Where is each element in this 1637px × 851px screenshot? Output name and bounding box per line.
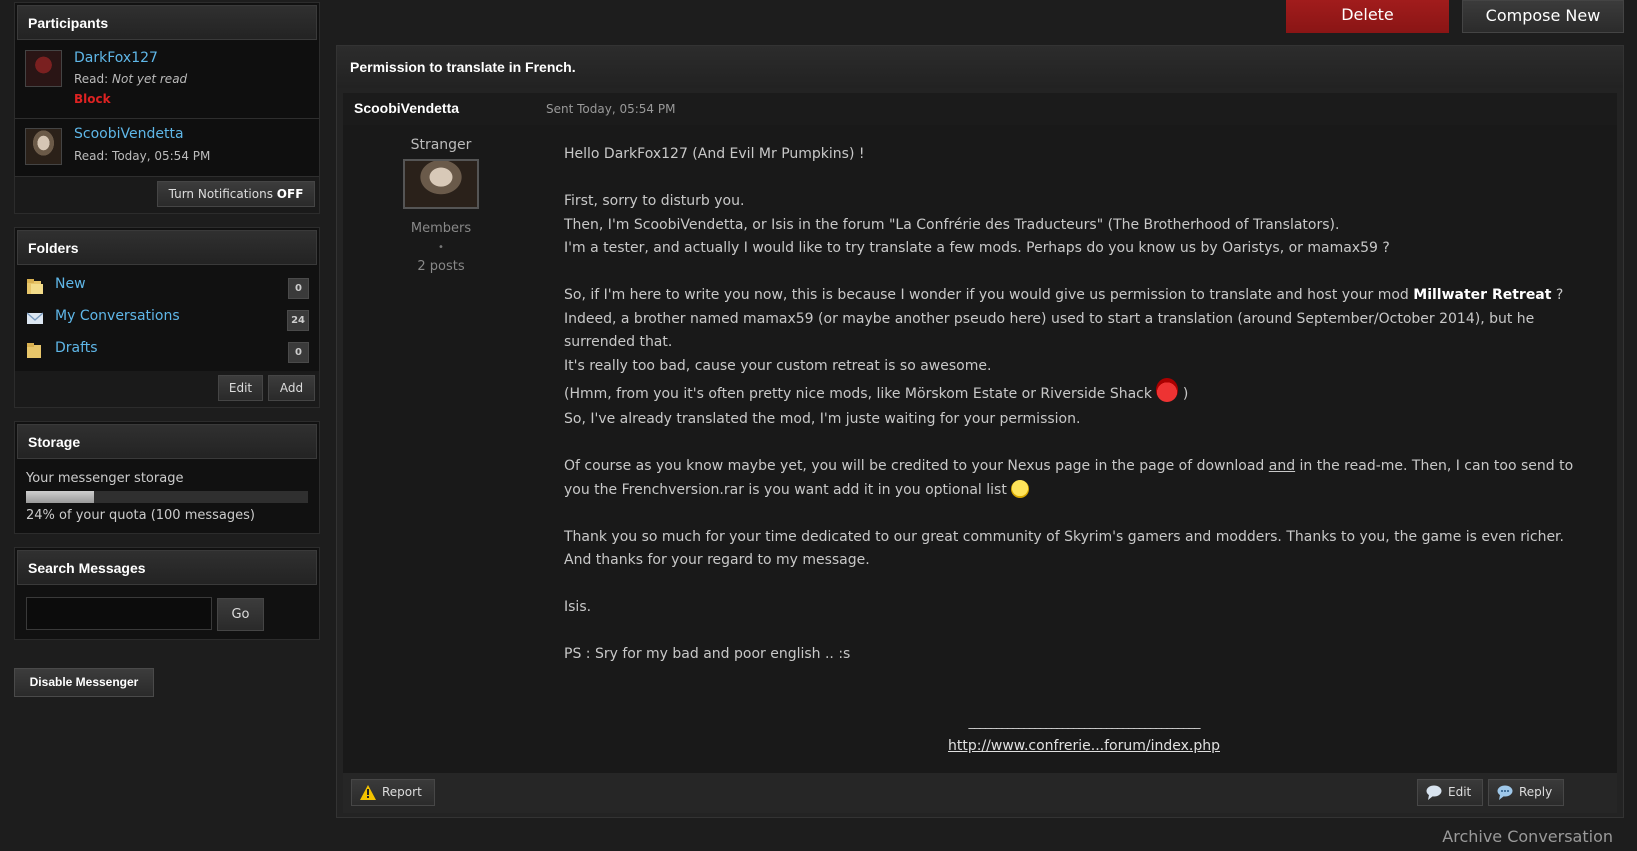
participants-footer: Turn Notifications OFF: [15, 177, 319, 213]
search-panel: Search Messages Go: [14, 547, 320, 640]
signature-link[interactable]: http://www.confrerie...forum/index.php: [948, 738, 1220, 754]
author-group: Members: [410, 221, 472, 236]
edit-folders-button[interactable]: Edit: [218, 375, 263, 401]
post-header: ScoobiVendetta Sent Today, 05:54 PM: [343, 93, 1617, 125]
search-go-button[interactable]: Go: [217, 598, 264, 631]
message-line: Thank you so much for your time dedicate…: [564, 528, 1564, 545]
edit-speech-bubble-icon: [1426, 785, 1442, 800]
participants-title: Participants: [17, 5, 317, 40]
storage-panel: Storage Your messenger storage 24% of yo…: [14, 421, 320, 534]
disable-messenger-button[interactable]: Disable Messenger: [14, 668, 154, 697]
add-folder-button[interactable]: Add: [268, 375, 315, 401]
message-line: So, if I'm here to write you now, this i…: [564, 287, 1564, 303]
folder-my-conversations[interactable]: My Conversations 24: [15, 301, 319, 333]
turn-notifications-off-button[interactable]: Turn Notifications OFF: [157, 181, 315, 207]
message-line: Indeed, a brother named mamax59 (or mayb…: [564, 310, 1535, 327]
separator-dot: •: [438, 242, 444, 253]
avatar[interactable]: [25, 128, 62, 165]
envelope-icon: [27, 312, 43, 324]
folders-title: Folders: [17, 230, 317, 265]
folder-name[interactable]: My Conversations: [55, 308, 180, 324]
folder-name[interactable]: Drafts: [55, 340, 98, 356]
participant-name-link[interactable]: ScoobiVendetta: [74, 126, 184, 142]
message-line: Of course as you know maybe yet, you wil…: [564, 458, 1574, 474]
signature-divider: ________________________________________…: [968, 715, 1201, 730]
folder-count-badge: 0: [288, 342, 309, 363]
compose-new-button[interactable]: Compose New: [1462, 0, 1624, 33]
message-line: I'm a tester, and actually I would like …: [564, 240, 1390, 256]
message-line: So, I've already translated the mod, I'm…: [564, 411, 1081, 427]
search-input[interactable]: [26, 597, 212, 630]
folder-name[interactable]: New: [55, 276, 86, 292]
archive-conversation-link[interactable]: Archive Conversation: [1442, 827, 1613, 846]
search-body: Go: [15, 585, 319, 639]
folder-count-badge: 0: [288, 278, 309, 299]
search-title: Search Messages: [17, 550, 317, 585]
storage-title: Storage: [17, 424, 317, 459]
author-info: Stranger Members • 2 posts: [343, 125, 539, 274]
participant-scoobivendetta: ScoobiVendetta Read: Today, 05:54 PM: [15, 119, 319, 177]
reply-button[interactable]: Reply: [1488, 779, 1564, 806]
message-line: Then, I'm ScoobiVendetta, or Isis in the…: [564, 216, 1340, 233]
folder-drafts[interactable]: Drafts 0: [15, 333, 319, 365]
folders-list: New 0 My Conversations 24 Drafts 0: [15, 265, 319, 371]
message-body: Hello DarkFox127 (And Evil Mr Pumpkins) …: [564, 143, 1604, 754]
author-post-count: 2 posts: [417, 259, 465, 274]
folder-icon: [27, 343, 41, 358]
storage-body: Your messenger storage 24% of your quota…: [15, 459, 319, 533]
participant-darkfox127: DarkFox127 Read: Not yet read Block: [15, 40, 319, 119]
delete-button[interactable]: Delete: [1286, 0, 1449, 33]
block-link[interactable]: Block: [74, 92, 111, 106]
message-post: ScoobiVendetta Sent Today, 05:54 PM Stra…: [343, 93, 1617, 813]
message-line: PS : Sry for my bad and poor english .. …: [564, 646, 851, 662]
folders-footer: Edit Add: [15, 371, 319, 407]
author-name-link[interactable]: ScoobiVendetta: [354, 100, 459, 116]
sidebar: Participants DarkFox127 Read: Not yet re…: [14, 0, 320, 698]
participant-read-status: Read: Today, 05:54 PM: [74, 149, 211, 163]
post-footer: Report Edit Reply: [343, 773, 1617, 813]
participant-read-status: Read: Not yet read: [74, 72, 188, 86]
message-line: And thanks for your regard to my message…: [564, 552, 870, 568]
warning-icon: [360, 785, 376, 800]
storage-quota-text: 24% of your quota (100 messages): [26, 508, 255, 523]
folders-panel: Folders New 0 My Conversations 24 Drafts…: [14, 227, 320, 408]
reply-speech-bubble-icon: [1497, 785, 1513, 800]
message-line: you the Frenchversion.rar is you want ad…: [564, 479, 1604, 503]
message-line: Isis.: [564, 599, 592, 615]
storage-label: Your messenger storage: [26, 471, 184, 486]
sent-timestamp: Sent Today, 05:54 PM: [546, 102, 676, 116]
author-avatar[interactable]: [403, 159, 479, 209]
folder-count-badge: 24: [287, 310, 309, 331]
message-line: surrended that.: [564, 334, 673, 350]
disable-messenger-wrap: Disable Messenger: [14, 668, 320, 698]
message-line: (Hmm, from you it's often pretty nice mo…: [564, 378, 1604, 408]
participants-panel: Participants DarkFox127 Read: Not yet re…: [14, 2, 320, 214]
message-line: It's really too bad, cause your custom r…: [564, 357, 992, 374]
mod-name: Millwater Retreat: [1413, 287, 1552, 303]
edit-post-button[interactable]: Edit: [1417, 779, 1483, 806]
author-rank: Stranger: [410, 137, 472, 153]
folder-new[interactable]: New 0: [15, 269, 319, 301]
conversation-title: Permission to translate in French.: [337, 46, 1623, 88]
message-line: First, sorry to disturb you.: [564, 193, 745, 209]
participant-name-link[interactable]: DarkFox127: [74, 50, 158, 66]
report-button[interactable]: Report: [351, 779, 435, 806]
storage-progress-bar: [26, 491, 308, 503]
smile-emoji-icon: [1011, 479, 1030, 498]
signature-link-wrap: http://www.confrerie...forum/index.php: [564, 735, 1604, 759]
storage-progress-fill: [26, 491, 94, 503]
message-line: Hello DarkFox127 (And Evil Mr Pumpkins) …: [564, 146, 865, 162]
avatar[interactable]: [25, 50, 62, 87]
conversation-panel: Permission to translate in French. Scoob…: [336, 45, 1624, 818]
love-emoji-icon: [1156, 378, 1179, 402]
folder-icon: [27, 279, 43, 294]
